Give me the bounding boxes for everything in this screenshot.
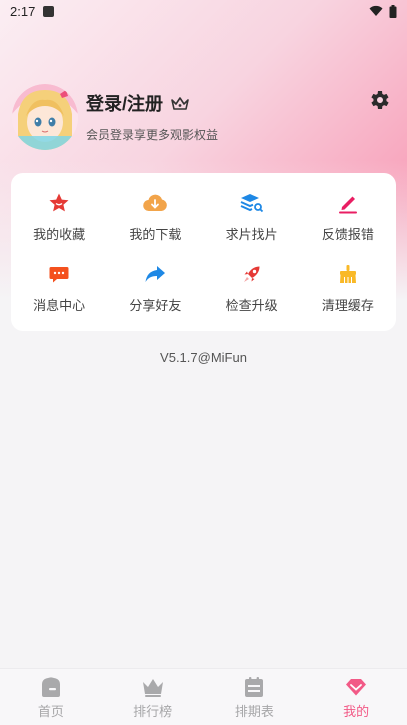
battery-icon	[389, 4, 397, 18]
download-cloud-icon	[143, 191, 168, 215]
profile-section[interactable]: 登录/注册 会员登录享更多观影权益	[12, 82, 395, 152]
favorites-star-icon	[47, 191, 71, 215]
nav-item-mine[interactable]: 我的	[305, 669, 407, 725]
search-stack-icon	[240, 191, 264, 215]
wifi-icon	[369, 5, 383, 16]
grid-label: 清理缓存	[321, 298, 374, 314]
grid-label: 消息中心	[33, 298, 86, 314]
status-time: 2:17	[10, 3, 36, 19]
grid-item-downloads[interactable]: 我的下载	[107, 181, 203, 252]
settings-gear-icon[interactable]	[367, 88, 391, 112]
version-text: V5.1.7@MiFun	[160, 350, 247, 365]
calendar-icon	[245, 676, 264, 697]
edit-pencil-icon	[336, 191, 360, 215]
grid-item-messages[interactable]: 消息中心	[11, 252, 107, 323]
grid-item-check-update[interactable]: 检查升级	[204, 252, 300, 323]
nav-label: 首页	[37, 704, 64, 720]
grid-item-feedback[interactable]: 反馈报错	[300, 181, 396, 252]
grid-item-clear-cache[interactable]: 清理缓存	[300, 252, 396, 323]
login-row[interactable]: 登录/注册	[86, 90, 218, 116]
nav-item-home[interactable]: 首页	[0, 669, 102, 725]
avatar[interactable]	[12, 84, 78, 150]
grid-label: 求片找片	[225, 227, 278, 243]
grid-label: 检查升级	[225, 298, 278, 314]
function-grid-card: 我的收藏 我的下载 求片找片 反馈报错 消息中心 分享好友 检查升级 清理缓存	[11, 173, 396, 331]
nav-label: 排行榜	[133, 704, 173, 720]
grid-item-request-movie[interactable]: 求片找片	[204, 181, 300, 252]
nav-item-schedule[interactable]: 排期表	[204, 669, 306, 725]
vip-benefit-text: 会员登录享更多观影权益	[86, 127, 219, 142]
status-icons	[369, 4, 397, 18]
login-register-link[interactable]: 登录/注册	[86, 90, 163, 116]
grid-label: 我的下载	[129, 227, 182, 243]
nav-label: 排期表	[234, 704, 274, 720]
grid-label: 反馈报错	[321, 227, 374, 243]
grid-label: 分享好友	[129, 298, 182, 314]
home-icon	[41, 676, 60, 697]
grid-item-favorites[interactable]: 我的收藏	[11, 181, 107, 252]
notification-icon	[43, 5, 55, 17]
grid-label: 我的收藏	[33, 227, 86, 243]
crown-icon	[142, 678, 163, 697]
broom-icon	[336, 262, 360, 286]
vip-crown-icon	[171, 96, 189, 110]
bottom-nav: 首页 排行榜 排期表 我的	[0, 668, 407, 725]
diamond-icon	[346, 678, 367, 695]
nav-label: 我的	[343, 704, 370, 720]
nav-item-ranking[interactable]: 排行榜	[102, 669, 204, 725]
rocket-icon	[240, 262, 264, 286]
share-arrow-icon	[143, 262, 167, 286]
profile-text: 登录/注册 会员登录享更多观影权益	[86, 90, 218, 143]
grid-item-share[interactable]: 分享好友	[107, 252, 203, 323]
message-bubble-icon	[47, 262, 71, 286]
status-bar: 2:17	[0, 0, 407, 22]
